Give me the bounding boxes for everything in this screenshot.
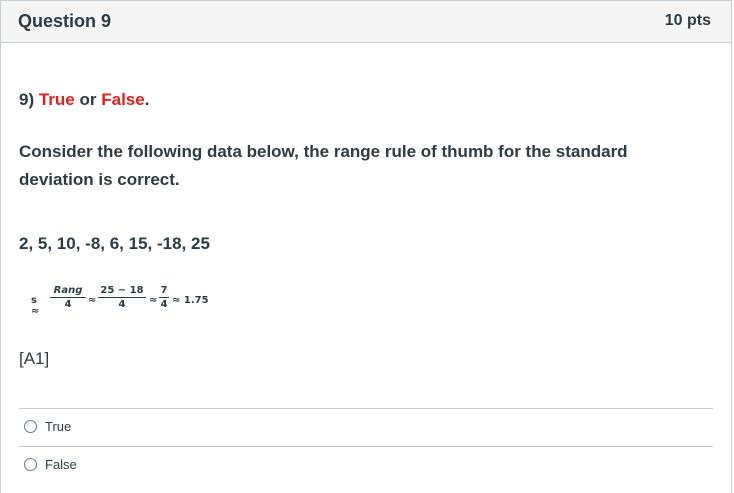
formula-f1-den: 4 xyxy=(64,299,72,310)
formula-approx2: ≈ xyxy=(149,295,158,306)
radio-icon[interactable] xyxy=(24,420,37,433)
answer-divider-top xyxy=(19,408,713,409)
formula-fraction-seven: 7 4 xyxy=(159,285,169,310)
answer-option-false[interactable]: False xyxy=(24,457,77,472)
formula-f3-den: 4 xyxy=(160,299,168,310)
radio-icon[interactable] xyxy=(24,458,37,471)
question-body-line1: Consider the following data below, the r… xyxy=(19,142,628,161)
question-card: Question 9 10 pts 9) True or False. Cons… xyxy=(0,0,732,493)
question-body-line2: deviation is correct. xyxy=(19,170,180,189)
question-title: Question 9 xyxy=(18,11,112,31)
prompt-true: True xyxy=(38,90,75,109)
question-header: Question 9 10 pts xyxy=(1,0,731,43)
prompt-or: or xyxy=(79,90,97,109)
formula-s: s ≈ xyxy=(31,295,40,317)
prompt-period: . xyxy=(144,90,150,109)
prompt-number: 9) xyxy=(19,90,35,109)
formula-f1-num: Rang xyxy=(50,285,86,298)
formula-result: ≈ 1.75 xyxy=(172,295,209,306)
answer-option-true[interactable]: True xyxy=(24,419,71,434)
formula-f2-den: 4 xyxy=(118,299,126,310)
data-values: 2, 5, 10, -8, 6, 15, -18, 25 xyxy=(19,234,210,253)
formula-f3-num: 7 xyxy=(159,285,169,298)
answer-tag: [A1] xyxy=(19,349,50,368)
prompt-false: False xyxy=(101,90,145,109)
question-prompt: 9) True or False. xyxy=(19,90,149,110)
formula-approx1: ≈ xyxy=(88,295,97,306)
answer-divider-middle xyxy=(19,446,713,447)
formula-fraction-values: 25 − 18 4 xyxy=(98,285,146,310)
answer-label-false: False xyxy=(45,457,77,472)
formula-fraction-range: Rang 4 xyxy=(50,285,86,310)
formula-f2-num: 25 − 18 xyxy=(98,285,146,298)
answer-label-true: True xyxy=(45,419,72,434)
question-points: 10 pts xyxy=(664,12,711,29)
